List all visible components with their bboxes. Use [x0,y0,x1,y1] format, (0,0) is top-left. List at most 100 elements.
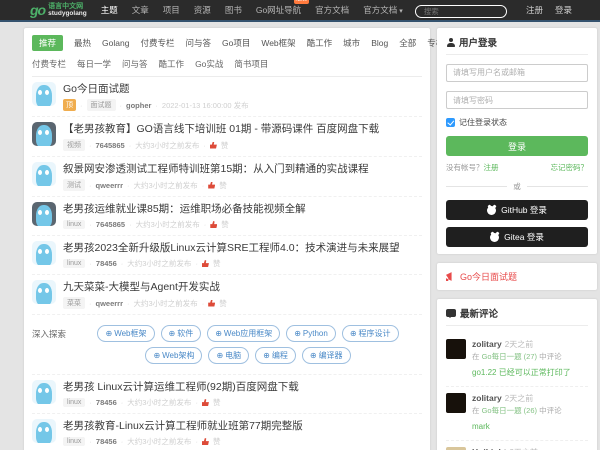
comment-text-link[interactable]: mark [472,422,490,431]
daily-quiz-link[interactable]: Go今日面试题 [460,270,517,283]
tab-qna[interactable]: 问与答 [185,37,211,49]
password-field[interactable] [446,91,588,109]
node-badge[interactable]: linux [63,220,86,229]
node-badge[interactable]: 测试 [63,179,85,191]
gitea-login-button[interactable]: Gitea 登录 [446,227,588,247]
gopher-avatar[interactable] [32,162,56,186]
search-input[interactable] [414,5,507,18]
explore-tag[interactable]: ⊕ 电脑 [208,347,250,364]
author-link[interactable]: qweerrr [96,181,124,190]
post-title-link[interactable]: 老男孩教育-Linux云计算工程师就业班第77期完整版 [63,419,422,433]
tab-web-framework[interactable]: Web框架 [261,37,295,49]
site-logo[interactable]: go 语言中文网 studygolang [30,2,87,18]
daily-quiz-card: Go今日面试题 [437,263,597,290]
post-title-link[interactable]: 老男孩2023全新升级版Linux云计算SRE工程师4.0：技术演进与未来展望 [63,241,422,255]
author-link[interactable]: 78456 [96,437,117,446]
explore-tag[interactable]: ⊕ 程序设计 [341,325,399,342]
tab-city[interactable]: 城市 [343,37,360,49]
node-badge[interactable]: 菜菜 [63,297,85,309]
explore-tag[interactable]: ⊕ 软件 [160,325,202,342]
nav-resources[interactable]: 资源 [194,4,211,16]
commenter-name[interactable]: zolitary [472,339,502,349]
author-link[interactable]: gopher [126,101,151,110]
post-title-link[interactable]: Go今日面试题 [63,82,422,96]
explore-tag[interactable]: ⊕ Web框架 [97,325,155,342]
register-link[interactable]: 注册 [526,4,543,16]
gopher-avatar[interactable] [32,380,56,404]
remember-checkbox[interactable] [446,118,455,127]
explore-tag[interactable]: ⊕ Web应用框架 [207,325,281,342]
node-badge[interactable]: linux [63,437,86,446]
gopher-avatar[interactable] [32,419,56,443]
author-link[interactable]: qweerrr [96,299,124,308]
list-item: 老男孩2023全新升级版Linux云计算SRE工程师4.0：技术演进与未来展望 … [32,236,422,275]
like-icon[interactable] [209,141,217,149]
subtab-qna[interactable]: 问与答 [122,58,148,70]
tab-golang[interactable]: Golang [102,38,129,48]
subtab-daily-learn[interactable]: 每日一学 [77,58,111,70]
username-field[interactable] [446,63,588,82]
login-link[interactable]: 登录 [555,4,572,16]
node-badge[interactable]: linux [63,398,86,407]
like-icon[interactable] [210,221,218,228]
like-icon[interactable] [208,299,216,307]
comment-target-link[interactable]: Go每日一题 (26) [482,406,537,415]
subtab-paid-column[interactable]: 付费专栏 [32,58,66,70]
subtab-jianshu-project[interactable]: 简书项目 [234,58,268,70]
tab-all[interactable]: 全部 [399,37,416,49]
subtab-cool-jobs[interactable]: 酷工作 [159,58,185,70]
post-title-link[interactable]: 老男孩运维就业课85期：运维职场必备技能视频全解 [63,202,422,216]
like-icon[interactable] [201,438,209,445]
gopher-avatar[interactable] [32,82,56,106]
nav-projects[interactable]: 项目 [163,4,180,16]
post-title-link[interactable]: 叙景网安渗透测试工程师特训班第15期：从入门到精通的实战课程 [63,162,422,176]
node-badge[interactable]: linux [63,259,86,268]
tab-recommend[interactable]: 推荐 [32,35,64,51]
tab-blog[interactable]: Blog [371,38,388,48]
github-login-button[interactable]: GitHub 登录 [446,200,588,220]
explore-tag[interactable]: ⊕ Python [286,325,336,342]
commenter-name[interactable]: zolitary [472,393,502,403]
nav-articles[interactable]: 文章 [132,4,149,16]
gopher-avatar[interactable] [32,122,56,146]
gopher-avatar[interactable] [32,280,56,304]
author-link[interactable]: 78456 [96,259,117,268]
nav-topics[interactable]: 主题 [101,4,118,16]
author-link[interactable]: 7645865 [96,220,125,229]
go-logo-icon: go [30,2,46,18]
commenter-avatar[interactable] [446,393,466,413]
explore-tag[interactable]: ⊕ 编译器 [301,347,351,364]
like-icon[interactable] [201,260,209,267]
nav-books[interactable]: 图书 [225,4,242,16]
post-meta: linux 78456 大约3小时之前发布 赞 [63,397,422,408]
node-badge[interactable]: 视频 [63,139,85,151]
register-link-side[interactable]: 注册 [484,163,499,172]
post-title-link[interactable]: 老男孩 Linux云计算运维工程师(92期)百度网盘下载 [63,380,422,394]
commenter-avatar[interactable] [446,339,466,359]
gopher-avatar[interactable] [32,241,56,265]
nav-go-sites[interactable]: Go网址导航 NEW [256,0,310,16]
nav-official-docs[interactable]: 官方文档 [363,4,403,16]
post-title-link[interactable]: 九天菜菜-大模型与Agent开发实战 [63,280,422,294]
node-badge[interactable]: 面试题 [86,99,116,111]
author-link[interactable]: 78456 [96,398,117,407]
tab-go-projects[interactable]: Go项目 [222,37,250,49]
gopher-avatar[interactable] [32,202,56,226]
forgot-password-link[interactable]: 忘记密码？ [551,162,589,173]
explore-tag[interactable]: ⊕ 编程 [255,347,296,364]
comment-target-link[interactable]: Go每日一题 (27) [482,352,537,361]
tab-cool-jobs[interactable]: 酷工作 [307,37,333,49]
comment-text-link[interactable]: go1.22 已经可以正常打印了 [472,368,571,377]
like-icon[interactable] [208,181,216,189]
nav-downloads[interactable]: 官方文档 [315,4,349,16]
like-icon[interactable] [201,399,209,406]
tab-hottest[interactable]: 最热 [74,37,91,49]
author-link[interactable]: 7645865 [96,141,125,150]
explore-tag[interactable]: ⊕ Web架构 [145,347,203,364]
login-button[interactable]: 登录 [446,136,588,156]
megaphone-icon [446,272,452,281]
subtab-go-practice[interactable]: Go实战 [195,58,223,70]
post-title-link[interactable]: 【老男孩教育】GO语言线下培训班 01期 - 带源码课件 百度网盘下载 [63,122,422,136]
chevron-down-icon [397,5,403,15]
tab-paid-column[interactable]: 付费专栏 [140,37,174,49]
